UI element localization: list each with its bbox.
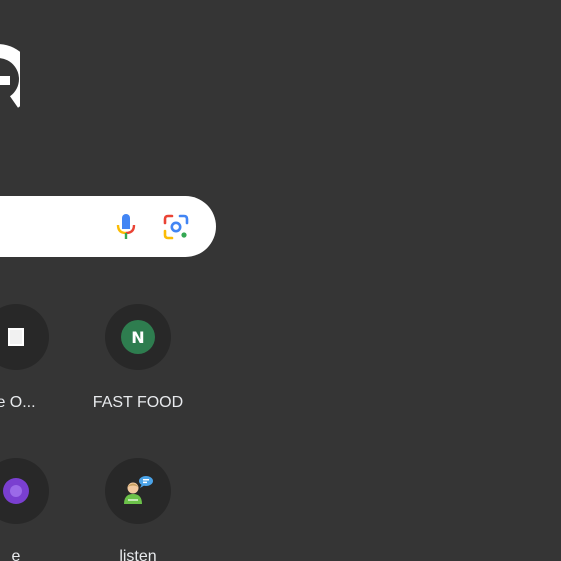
page-icon — [8, 328, 24, 346]
search-box[interactable] — [0, 196, 216, 257]
shortcut-tile-fast-food[interactable]: N FAST FOOD — [82, 304, 194, 416]
chat-user-icon — [124, 476, 153, 504]
new-tab-page: e O... N FAST FOOD e listen — [0, 0, 561, 561]
shortcut-label: e — [11, 548, 21, 561]
shortcut-label: e O... — [0, 394, 36, 411]
shortcut-icon-circle: N — [105, 304, 171, 370]
shortcut-icon-circle — [105, 458, 171, 524]
shortcut-label: FAST FOOD — [92, 394, 184, 411]
shortcut-tile-listen[interactable]: listen — [82, 458, 194, 561]
letter-avatar-icon: N — [121, 320, 155, 354]
purple-circle-icon — [3, 478, 29, 504]
shortcut-tile[interactable]: e O... — [0, 304, 72, 416]
voice-search-button[interactable] — [110, 211, 142, 243]
microphone-icon — [116, 214, 136, 239]
shortcut-icon-circle — [0, 458, 49, 524]
google-lens-button[interactable] — [160, 211, 192, 243]
shortcut-label: listen — [119, 548, 157, 561]
google-lens-icon — [163, 214, 189, 240]
google-logo-fragment — [0, 44, 20, 108]
shortcut-icon-circle — [0, 304, 49, 370]
shortcut-tile[interactable]: e — [0, 458, 72, 561]
